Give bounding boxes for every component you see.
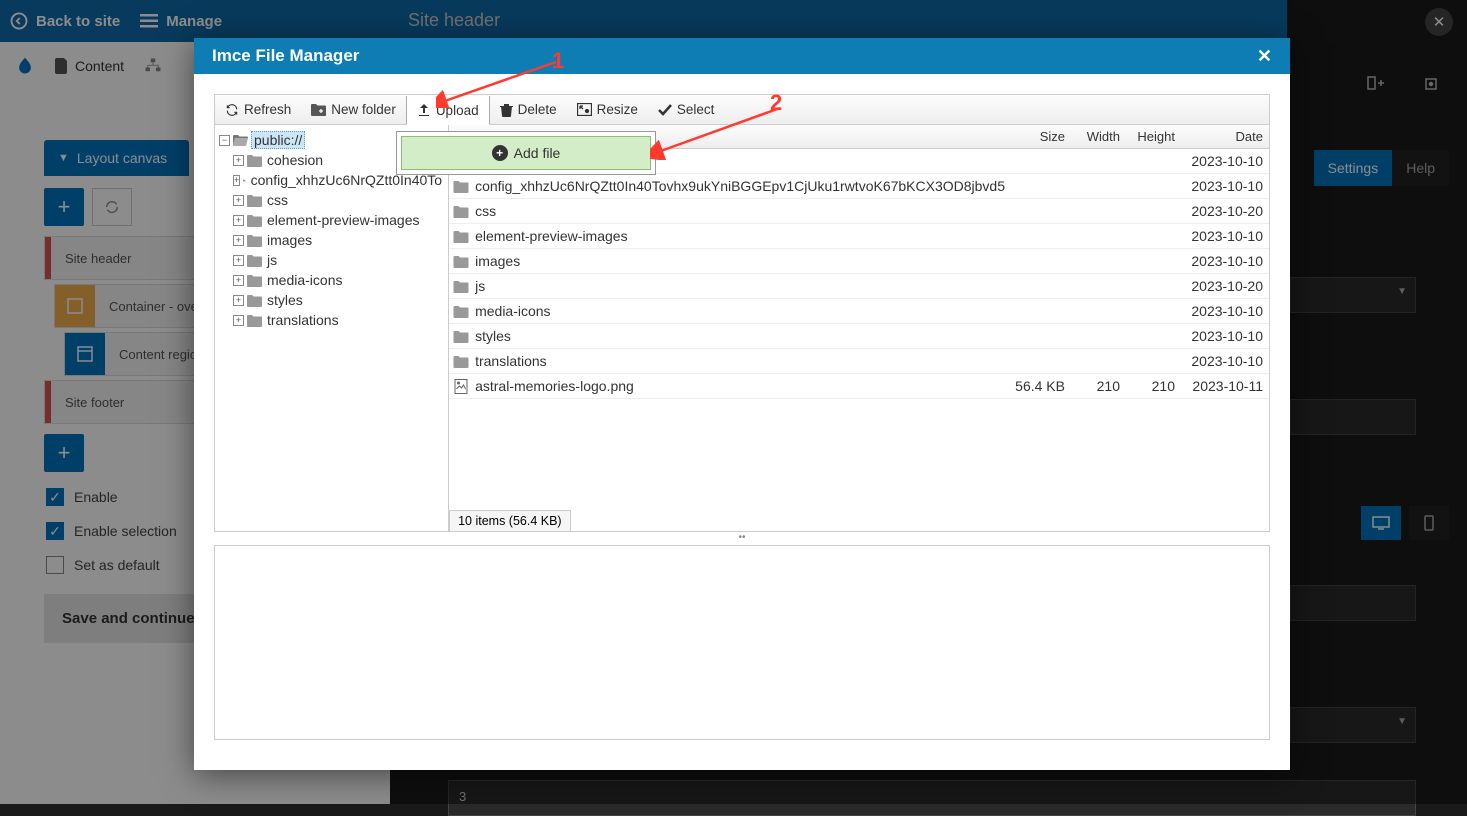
folder-icon [453, 205, 469, 218]
annotation-label-2: 2 [770, 90, 782, 116]
folder-icon [453, 230, 469, 243]
expand-icon[interactable]: + [233, 195, 244, 206]
fm-select-button[interactable]: Select [648, 95, 725, 124]
file-row[interactable]: media-icons2023-10-10 [449, 299, 1269, 324]
fm-folder-tree: − public:// +cohesion+config_xhhzUc6NrQZ… [215, 125, 449, 531]
tree-item[interactable]: +translations [219, 310, 444, 330]
fm-upload-button[interactable]: Upload [406, 96, 490, 125]
tree-item[interactable]: +images [219, 230, 444, 250]
folder-icon [453, 330, 469, 343]
folder-icon [243, 174, 245, 187]
folder-open-icon [233, 134, 248, 147]
file-manager-modal: Imce File Manager ✕ Refresh New folder U… [194, 38, 1290, 770]
folder-icon [247, 294, 262, 307]
fm-preview-pane [214, 545, 1270, 740]
modal-header: Imce File Manager ✕ [194, 38, 1290, 74]
modal-close-button[interactable]: ✕ [1257, 46, 1272, 67]
file-row[interactable]: styles2023-10-10 [449, 324, 1269, 349]
folder-icon [453, 305, 469, 318]
file-row[interactable]: images2023-10-10 [449, 249, 1269, 274]
fm-refresh-button[interactable]: Refresh [215, 95, 301, 124]
fm-file-list: Size Width Height Date 2023-10-10config_… [449, 125, 1269, 531]
expand-icon[interactable]: + [233, 175, 240, 186]
col-height-header[interactable]: Height [1120, 129, 1175, 144]
folder-icon [453, 255, 469, 268]
file-row[interactable]: translations2023-10-10 [449, 349, 1269, 374]
folder-icon [247, 234, 262, 247]
file-row[interactable]: element-preview-images2023-10-10 [449, 224, 1269, 249]
fm-delete-button[interactable]: Delete [490, 95, 567, 124]
modal-title: Imce File Manager [212, 46, 359, 66]
col-date-header[interactable]: Date [1175, 129, 1263, 144]
col-width-header[interactable]: Width [1065, 129, 1120, 144]
upload-dropdown-panel: + Add file [396, 131, 656, 175]
collapse-icon[interactable]: − [219, 135, 230, 146]
col-size-header[interactable]: Size [1005, 129, 1065, 144]
expand-icon[interactable]: + [233, 315, 244, 326]
folder-icon [247, 254, 262, 267]
expand-icon[interactable]: + [233, 235, 244, 246]
folder-icon [453, 355, 469, 368]
folder-icon [453, 280, 469, 293]
file-row[interactable]: config_xhhzUc6NrQZtt0In40Tovhx9ukYniBGGE… [449, 174, 1269, 199]
expand-icon[interactable]: + [233, 255, 244, 266]
file-row[interactable]: css2023-10-20 [449, 199, 1269, 224]
folder-icon [247, 154, 262, 167]
file-row[interactable]: astral-memories-logo.png56.4 KB210210202… [449, 374, 1269, 399]
expand-icon[interactable]: + [233, 295, 244, 306]
plus-circle-icon: + [492, 145, 508, 161]
fm-toolbar: Refresh New folder Upload Delete Resize [215, 95, 1269, 125]
folder-icon [247, 274, 262, 287]
tree-item[interactable]: +element-preview-images [219, 210, 444, 230]
tree-item[interactable]: +css [219, 190, 444, 210]
fm-resize-button[interactable]: Resize [567, 95, 648, 124]
tree-item[interactable]: +media-icons [219, 270, 444, 290]
fm-status-bar: 10 items (56.4 KB) [449, 510, 571, 531]
file-row[interactable]: js2023-10-20 [449, 274, 1269, 299]
folder-icon [247, 314, 262, 327]
drag-handle[interactable]: •• [214, 532, 1270, 540]
expand-icon[interactable]: + [233, 275, 244, 286]
annotation-label-1: 1 [552, 48, 564, 74]
expand-icon[interactable]: + [233, 215, 244, 226]
fm-new-folder-button[interactable]: New folder [301, 95, 406, 124]
folder-icon [247, 214, 262, 227]
add-file-button[interactable]: + Add file [401, 136, 651, 170]
tree-item[interactable]: +styles [219, 290, 444, 310]
folder-icon [453, 180, 469, 193]
file-manager: Refresh New folder Upload Delete Resize [214, 94, 1270, 532]
folder-icon [247, 194, 262, 207]
file-icon [453, 379, 469, 394]
tree-item[interactable]: +js [219, 250, 444, 270]
expand-icon[interactable]: + [233, 155, 244, 166]
